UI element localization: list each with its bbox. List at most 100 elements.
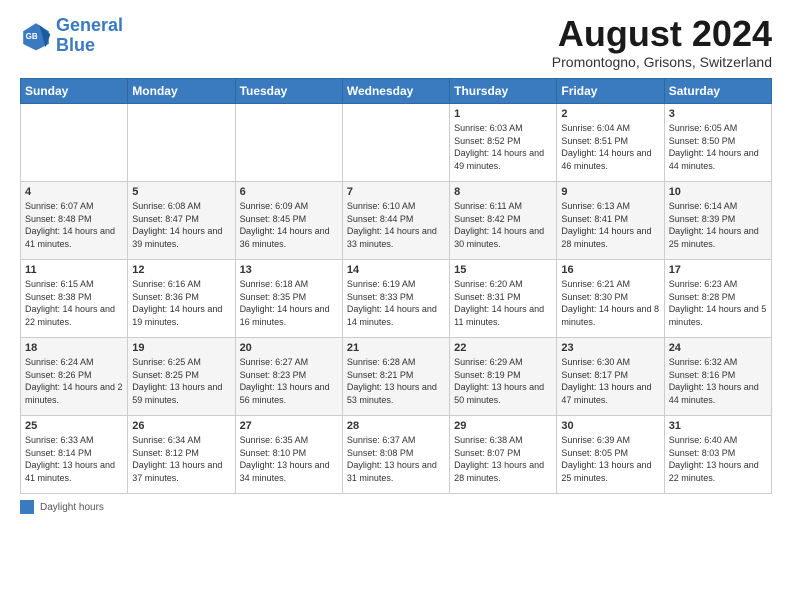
day-number: 25 [25, 420, 123, 432]
logo: GB General Blue [20, 16, 123, 56]
day-number: 6 [240, 186, 338, 198]
title-area: August 2024 Promontogno, Grisons, Switze… [552, 16, 772, 70]
calendar-table: SundayMondayTuesdayWednesdayThursdayFrid… [20, 78, 772, 494]
col-header-friday: Friday [557, 79, 664, 104]
week-row-1: 4 Sunrise: 6:07 AM Sunset: 8:48 PM Daylig… [21, 182, 772, 260]
day-info: Sunrise: 6:34 AM Sunset: 8:12 PM Dayligh… [132, 434, 230, 484]
calendar-cell: 14 Sunrise: 6:19 AM Sunset: 8:33 PM Dayli… [342, 260, 449, 338]
calendar-cell: 25Sunrise: 6:33 AM Sunset: 8:14 PM Dayli… [21, 416, 128, 494]
calendar-cell: 9Sunrise: 6:13 AM Sunset: 8:41 PM Daylig… [557, 182, 664, 260]
day-info: Sunrise: 6:20 AM Sunset: 8:31 PM Dayligh… [454, 278, 552, 328]
day-number: 7 [347, 186, 445, 198]
day-info: Sunrise: 6:29 AM Sunset: 8:19 PM Dayligh… [454, 356, 552, 406]
day-info: Sunrise: 6:05 AM Sunset: 8:50 PM Dayligh… [669, 122, 767, 172]
day-number: 27 [240, 420, 338, 432]
day-number: 24 [669, 342, 767, 354]
month-title: August 2024 [552, 16, 772, 52]
day-info: Sunrise: 6:27 AM Sunset: 8:23 PM Dayligh… [240, 356, 338, 406]
calendar-cell: 12Sunrise: 6:16 AM Sunset: 8:36 PM Dayli… [128, 260, 235, 338]
day-number: 21 [347, 342, 445, 354]
calendar-cell: 23 Sunrise: 6:30 AM Sunset: 8:17 PM Dayli… [557, 338, 664, 416]
calendar-cell: 4 Sunrise: 6:07 AM Sunset: 8:48 PM Daylig… [21, 182, 128, 260]
logo-text: General Blue [56, 16, 123, 56]
calendar-cell: 28 Sunrise: 6:37 AM Sunset: 8:08 PM Dayli… [342, 416, 449, 494]
day-info: Sunrise: 6:39 AM Sunset: 8:05 PM Dayligh… [561, 434, 659, 484]
day-number: 12 [132, 264, 230, 276]
day-info: Sunrise: 6:03 AM Sunset: 8:52 PM Dayligh… [454, 122, 552, 172]
day-info: Sunrise: 6:21 AM Sunset: 8:30 PM Dayligh… [561, 278, 659, 328]
col-header-saturday: Saturday [664, 79, 771, 104]
day-info: Sunrise: 6:30 AM Sunset: 8:17 PM Dayligh… [561, 356, 659, 406]
day-number: 17 [669, 264, 767, 276]
day-number: 18 [25, 342, 123, 354]
week-row-3: 18 Sunrise: 6:24 AM Sunset: 8:26 PM Dayli… [21, 338, 772, 416]
calendar-cell: 31 Sunrise: 6:40 AM Sunset: 8:03 PM Dayli… [664, 416, 771, 494]
day-number: 14 [347, 264, 445, 276]
page: GB General Blue August 2024 Promontogno,… [0, 0, 792, 612]
header-row: SundayMondayTuesdayWednesdayThursdayFrid… [21, 79, 772, 104]
day-number: 29 [454, 420, 552, 432]
calendar-cell: 7 Sunrise: 6:10 AM Sunset: 8:44 PM Daylig… [342, 182, 449, 260]
day-info: Sunrise: 6:19 AM Sunset: 8:33 PM Dayligh… [347, 278, 445, 328]
calendar-cell: 30 Sunrise: 6:39 AM Sunset: 8:05 PM Dayli… [557, 416, 664, 494]
calendar-cell: 15Sunrise: 6:20 AM Sunset: 8:31 PM Dayli… [450, 260, 557, 338]
calendar-cell: 3Sunrise: 6:05 AM Sunset: 8:50 PM Daylig… [664, 104, 771, 182]
col-header-tuesday: Tuesday [235, 79, 342, 104]
calendar-cell [235, 104, 342, 182]
day-info: Sunrise: 6:37 AM Sunset: 8:08 PM Dayligh… [347, 434, 445, 484]
legend: Daylight hours [20, 500, 772, 514]
logo-icon: GB [20, 20, 52, 52]
calendar-cell: 26 Sunrise: 6:34 AM Sunset: 8:12 PM Dayli… [128, 416, 235, 494]
day-number: 2 [561, 108, 659, 120]
day-info: Sunrise: 6:40 AM Sunset: 8:03 PM Dayligh… [669, 434, 767, 484]
day-number: 9 [561, 186, 659, 198]
day-number: 10 [669, 186, 767, 198]
day-info: Sunrise: 6:23 AM Sunset: 8:28 PM Dayligh… [669, 278, 767, 328]
day-info: Sunrise: 6:07 AM Sunset: 8:48 PM Dayligh… [25, 200, 123, 250]
calendar-cell: 22 Sunrise: 6:29 AM Sunset: 8:19 PM Dayli… [450, 338, 557, 416]
day-number: 19 [132, 342, 230, 354]
day-number: 22 [454, 342, 552, 354]
day-number: 30 [561, 420, 659, 432]
calendar-cell: 8Sunrise: 6:11 AM Sunset: 8:42 PM Daylig… [450, 182, 557, 260]
col-header-wednesday: Wednesday [342, 79, 449, 104]
day-info: Sunrise: 6:11 AM Sunset: 8:42 PM Dayligh… [454, 200, 552, 250]
day-number: 5 [132, 186, 230, 198]
calendar-cell [128, 104, 235, 182]
day-number: 23 [561, 342, 659, 354]
header: GB General Blue August 2024 Promontogno,… [20, 16, 772, 70]
calendar-cell: 20 Sunrise: 6:27 AM Sunset: 8:23 PM Dayli… [235, 338, 342, 416]
day-number: 4 [25, 186, 123, 198]
day-number: 20 [240, 342, 338, 354]
col-header-sunday: Sunday [21, 79, 128, 104]
location: Promontogno, Grisons, Switzerland [552, 54, 772, 70]
calendar-cell: 27 Sunrise: 6:35 AM Sunset: 8:10 PM Dayli… [235, 416, 342, 494]
day-number: 28 [347, 420, 445, 432]
calendar-cell [342, 104, 449, 182]
calendar-cell: 18 Sunrise: 6:24 AM Sunset: 8:26 PM Dayli… [21, 338, 128, 416]
calendar-cell: 17 Sunrise: 6:23 AM Sunset: 8:28 PM Dayli… [664, 260, 771, 338]
day-info: Sunrise: 6:38 AM Sunset: 8:07 PM Dayligh… [454, 434, 552, 484]
day-number: 1 [454, 108, 552, 120]
day-info: Sunrise: 6:18 AM Sunset: 8:35 PM Dayligh… [240, 278, 338, 328]
calendar-cell: 16Sunrise: 6:21 AM Sunset: 8:30 PM Dayli… [557, 260, 664, 338]
day-info: Sunrise: 6:15 AM Sunset: 8:38 PM Dayligh… [25, 278, 123, 328]
legend-color-box [20, 500, 34, 514]
calendar-cell [21, 104, 128, 182]
day-info: Sunrise: 6:09 AM Sunset: 8:45 PM Dayligh… [240, 200, 338, 250]
calendar-cell: 21Sunrise: 6:28 AM Sunset: 8:21 PM Dayli… [342, 338, 449, 416]
day-info: Sunrise: 6:24 AM Sunset: 8:26 PM Dayligh… [25, 356, 123, 406]
day-info: Sunrise: 6:10 AM Sunset: 8:44 PM Dayligh… [347, 200, 445, 250]
day-info: Sunrise: 6:08 AM Sunset: 8:47 PM Dayligh… [132, 200, 230, 250]
day-info: Sunrise: 6:35 AM Sunset: 8:10 PM Dayligh… [240, 434, 338, 484]
calendar-cell: 10 Sunrise: 6:14 AM Sunset: 8:39 PM Dayli… [664, 182, 771, 260]
day-info: Sunrise: 6:14 AM Sunset: 8:39 PM Dayligh… [669, 200, 767, 250]
calendar-cell: 5 Sunrise: 6:08 AM Sunset: 8:47 PM Daylig… [128, 182, 235, 260]
svg-text:GB: GB [26, 32, 38, 41]
day-number: 31 [669, 420, 767, 432]
day-number: 26 [132, 420, 230, 432]
calendar-cell: 2 Sunrise: 6:04 AM Sunset: 8:51 PM Daylig… [557, 104, 664, 182]
day-info: Sunrise: 6:04 AM Sunset: 8:51 PM Dayligh… [561, 122, 659, 172]
calendar-cell: 29 Sunrise: 6:38 AM Sunset: 8:07 PM Dayli… [450, 416, 557, 494]
day-info: Sunrise: 6:32 AM Sunset: 8:16 PM Dayligh… [669, 356, 767, 406]
